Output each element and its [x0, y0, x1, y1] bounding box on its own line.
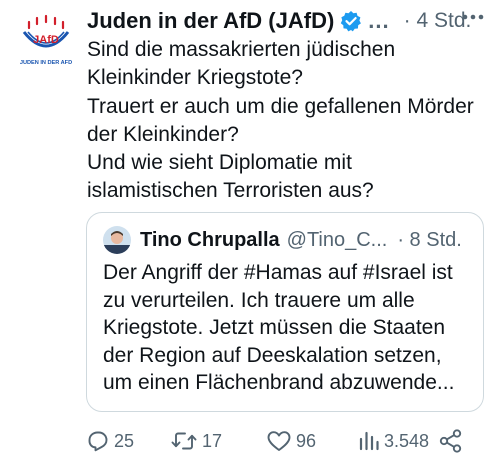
views-button[interactable]: 3.548: [358, 425, 429, 457]
reply-count: 25: [114, 430, 135, 451]
quoted-text-line: Kriegstote. Jetzt müssen die Staaten: [103, 316, 446, 339]
jafd-logo-icon: JAfD JUDEN IN DER AFD: [20, 14, 72, 66]
quoted-text-line: Der Angriff der #Hamas auf #Israel ist: [103, 261, 453, 284]
quoted-author-handle[interactable]: @Tino_C...: [287, 229, 388, 252]
heart-icon: [267, 431, 291, 451]
quoted-text-line: zu verurteilen. Ich trauere um alle: [103, 288, 415, 312]
tweet-text-line: islamistischen Terroristen aus?: [87, 179, 374, 203]
quoted-text-line: um einen Flächenbrand abzuwende...: [103, 371, 455, 394]
more-options-icon[interactable]: [458, 2, 488, 32]
quoted-text-line: der Region auf Deeskalation setzen,: [103, 343, 442, 367]
quoted-tweet-text: Der Angriff der #Hamas auf #Israel ist z…: [103, 259, 473, 397]
retweet-count: 17: [202, 430, 223, 451]
tweet[interactable]: JAfD JUDEN IN DER AFD Juden in der AfD (…: [0, 0, 500, 469]
tweet-header: Juden in der AfD (JAfD) ... · 4 Std.: [87, 6, 487, 36]
tweet-text-line: Sind die massakrierten jüdischen: [87, 38, 396, 61]
tweet-text-line: der Kleinkinder?: [87, 122, 239, 146]
retweet-icon: [171, 432, 197, 450]
quoted-tweet[interactable]: Tino Chrupalla @Tino_C... · 8 Std. Der A…: [86, 212, 484, 412]
like-button[interactable]: 96: [266, 425, 316, 457]
name-truncation-ellipsis: ...: [368, 8, 390, 33]
quoted-author-avatar[interactable]: [103, 226, 131, 254]
author-avatar-logo[interactable]: JAfD JUDEN IN DER AFD: [16, 12, 76, 72]
quoted-author-name[interactable]: Tino Chrupalla: [140, 229, 280, 252]
share-icon: [439, 429, 462, 453]
tweet-text-line: Und wie sieht Diplomatie mit: [87, 151, 352, 175]
tweet-text-line: Kleinkinder Kriegstote?: [87, 66, 303, 90]
logo-bottom-text: JUDEN IN DER AFD: [20, 60, 72, 66]
action-bar: 25 17 96 3.548: [86, 425, 486, 457]
views-count: 3.548: [384, 430, 430, 451]
verified-badge-icon: [340, 10, 362, 32]
tweet-text-line: Trauert er auch um die gefallenen Mörder: [87, 94, 474, 118]
retweet-button[interactable]: 17: [170, 425, 222, 457]
author-name[interactable]: Juden in der AfD (JAfD): [87, 8, 334, 34]
quoted-tweet-header: Tino Chrupalla @Tino_C... · 8 Std.: [103, 226, 473, 254]
like-count: 96: [296, 430, 317, 451]
reply-button[interactable]: 25: [86, 425, 134, 457]
logo-top-text: JAfD: [33, 34, 59, 46]
reply-icon: [88, 431, 108, 452]
views-bar-chart-icon: [359, 431, 379, 451]
quoted-tweet-timestamp[interactable]: · 8 Std.: [397, 229, 461, 252]
tweet-text: Sind die massakrierten jüdischen Kleinki…: [87, 36, 487, 206]
share-button[interactable]: [438, 425, 464, 457]
